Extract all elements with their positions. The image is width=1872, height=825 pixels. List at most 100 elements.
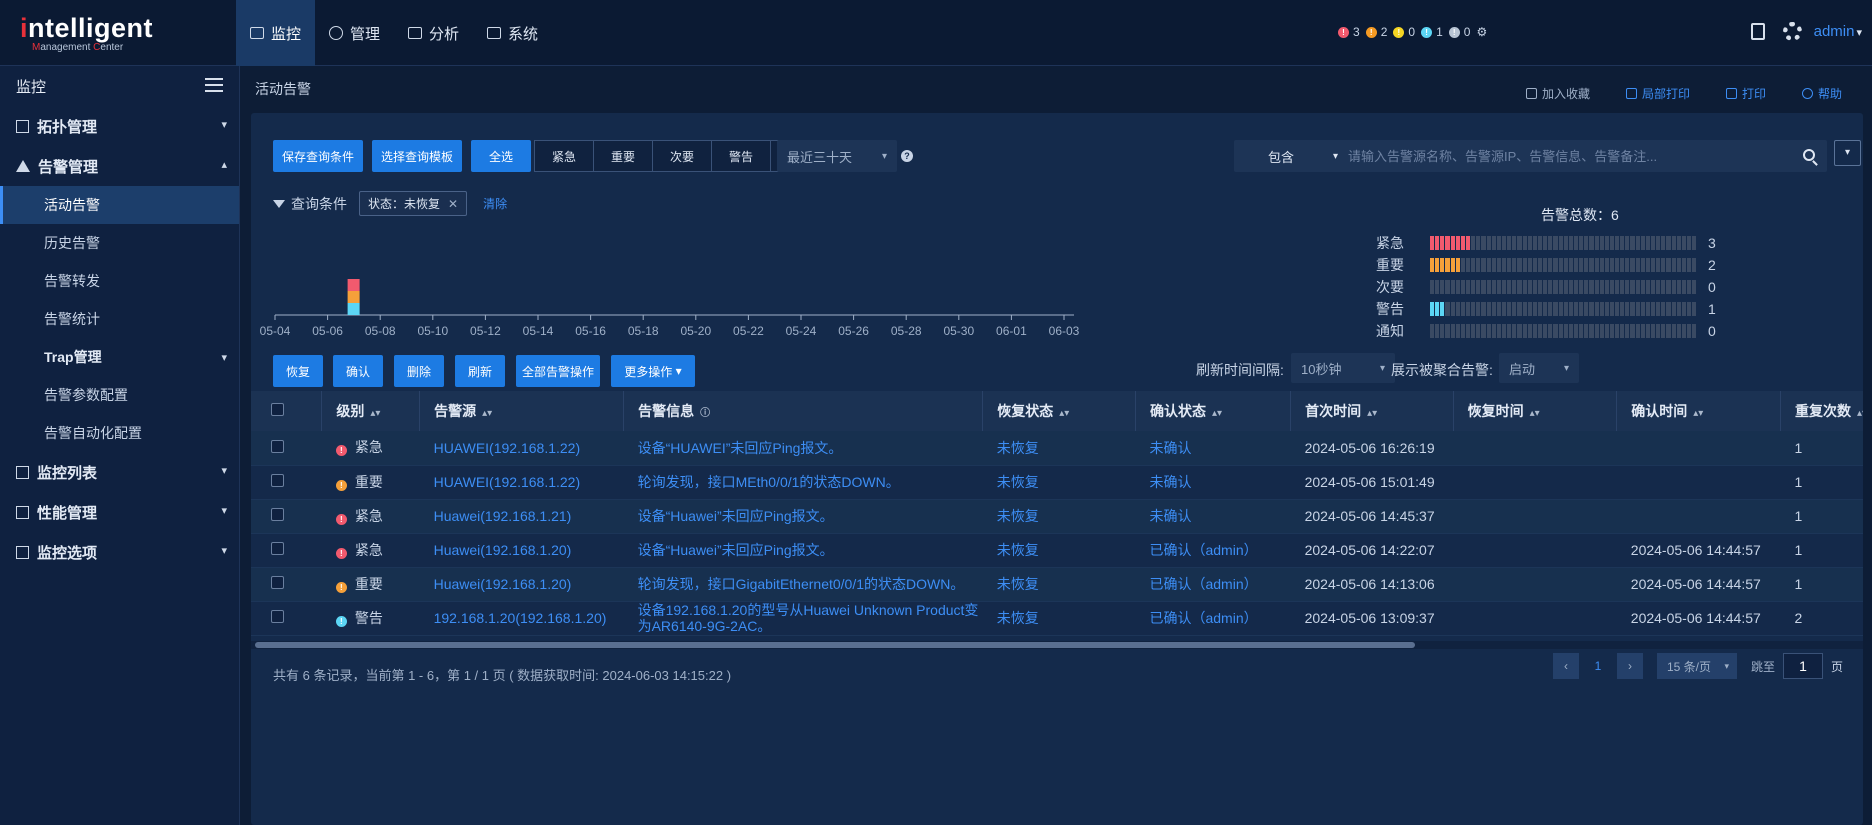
- cell-confirm[interactable]: 未确认: [1135, 465, 1291, 500]
- sidebar-item-alarm-automation[interactable]: 告警自动化配置: [0, 414, 239, 452]
- cell-confirm[interactable]: 已确认（admin）: [1135, 567, 1291, 602]
- cell-source[interactable]: HUAWEI(192.168.1.22): [419, 465, 624, 500]
- col-confirm-time[interactable]: 确认时间 ▴▾: [1616, 391, 1781, 431]
- expand-search-button[interactable]: ▾: [1834, 140, 1861, 166]
- severity-minor-button[interactable]: 次要: [652, 140, 712, 172]
- col-recover-status[interactable]: 恢复状态 ▴▾: [982, 391, 1136, 431]
- select-all-checkbox[interactable]: [271, 403, 284, 416]
- horizontal-scrollbar[interactable]: [251, 641, 1863, 649]
- chart-bar-segment[interactable]: [347, 279, 360, 291]
- select-all-checkbox-cell[interactable]: [251, 391, 323, 431]
- sort-icon[interactable]: ▴▾: [1857, 408, 1863, 419]
- row-checkbox-cell[interactable]: [251, 431, 322, 466]
- clear-conditions-link[interactable]: 清除: [483, 195, 507, 212]
- sidebar-item-performance[interactable]: 性能管理 ▾: [0, 492, 239, 532]
- col-first-time[interactable]: 首次时间 ▴▾: [1290, 391, 1454, 431]
- row-checkbox[interactable]: [271, 508, 284, 521]
- table-row[interactable]: ! 警告 192.168.1.20(192.168.1.20) 设备192.168.1…: [251, 601, 1863, 636]
- delete-button[interactable]: 删除: [394, 355, 444, 387]
- col-severity[interactable]: 级别 ▴▾: [321, 391, 421, 431]
- sort-icon[interactable]: ▴▾: [1212, 408, 1222, 419]
- severity-critical-button[interactable]: 紧急: [534, 140, 594, 172]
- table-row[interactable]: ! 重要 HUAWEI(192.168.1.22) 轮询发现，接口MEth0/0/1的…: [251, 465, 1863, 500]
- cell-recover[interactable]: 未恢复: [982, 465, 1136, 500]
- more-ops-button[interactable]: 更多操作 ▾: [611, 355, 695, 387]
- gear-icon[interactable]: [1782, 22, 1802, 41]
- sort-icon[interactable]: ▴▾: [482, 408, 492, 419]
- goto-page-input[interactable]: [1782, 653, 1823, 679]
- alarm-count-item[interactable]: ! 1: [1421, 25, 1443, 39]
- row-checkbox[interactable]: [271, 610, 284, 623]
- table-row[interactable]: ! 紧急 Huawei(192.168.1.21) 设备“Huawei”未回应Ping…: [251, 499, 1863, 534]
- cell-info[interactable]: 设备192.168.1.20的型号从Huawei Unknown Product…: [623, 601, 983, 636]
- topnav-monitor[interactable]: 监控: [236, 0, 316, 66]
- table-row[interactable]: ! 重要 Huawei(192.168.1.20) 轮询发现，接口GigabitEth…: [251, 567, 1863, 602]
- cell-source[interactable]: Huawei(192.168.1.20): [419, 533, 624, 568]
- search-mode-select[interactable]: 包含 ▾: [1234, 140, 1344, 172]
- cell-info[interactable]: 设备“HUAWEI”未回应Ping报文。: [623, 431, 983, 466]
- print-button[interactable]: 打印: [1725, 85, 1766, 102]
- refresh-button[interactable]: 刷新: [455, 355, 505, 387]
- alarm-count-item[interactable]: ! 0: [1393, 25, 1415, 39]
- recover-button[interactable]: 恢复: [273, 355, 323, 387]
- time-range-select[interactable]: 最近三十天 ▾: [777, 140, 897, 172]
- col-source[interactable]: 告警源 ▴▾: [419, 391, 625, 431]
- row-checkbox-cell[interactable]: [251, 601, 322, 636]
- sidebar-item-alarm-mgmt[interactable]: 告警管理 ▴: [0, 146, 239, 186]
- row-checkbox[interactable]: [271, 576, 284, 589]
- sidebar-item-alarm-forward[interactable]: 告警转发: [0, 262, 239, 300]
- search-icon[interactable]: [1803, 149, 1815, 161]
- save-query-button[interactable]: 保存查询条件: [273, 140, 363, 172]
- cell-recover[interactable]: 未恢复: [982, 567, 1136, 602]
- cell-recover[interactable]: 未恢复: [982, 601, 1136, 636]
- add-favorite-button[interactable]: 加入收藏: [1525, 85, 1590, 102]
- prev-page-button[interactable]: ‹: [1552, 653, 1579, 679]
- alarm-count-item[interactable]: ! 0: [1448, 25, 1470, 39]
- row-checkbox-cell[interactable]: [251, 499, 322, 534]
- sidebar-item-topology[interactable]: 拓扑管理 ▾: [0, 106, 239, 146]
- collapse-menu-icon[interactable]: [205, 78, 223, 93]
- sort-icon[interactable]: ▴▾: [1059, 408, 1069, 419]
- select-all-button[interactable]: 全选: [471, 140, 531, 172]
- search-input[interactable]: [1348, 140, 1788, 172]
- topnav-analysis[interactable]: 分析: [394, 0, 473, 66]
- row-checkbox-cell[interactable]: [251, 567, 322, 602]
- confirm-button[interactable]: 确认: [333, 355, 383, 387]
- sidebar-item-trap-mgmt[interactable]: Trap管理 ▾: [0, 338, 239, 376]
- logo[interactable]: intelligent Management Center: [20, 14, 220, 58]
- sort-icon[interactable]: ▴▾: [1367, 408, 1377, 419]
- sort-icon[interactable]: ▴▾: [370, 408, 380, 419]
- scrollbar-thumb[interactable]: [255, 642, 1415, 648]
- col-recover-time[interactable]: 恢复时间 ▴▾: [1453, 391, 1618, 431]
- chart-bar-segment[interactable]: [347, 291, 360, 303]
- cell-recover[interactable]: 未恢复: [982, 499, 1136, 534]
- topnav-manage[interactable]: 管理: [315, 0, 394, 66]
- col-confirm-status[interactable]: 确认状态 ▴▾: [1135, 391, 1292, 431]
- document-icon[interactable]: [1750, 23, 1765, 40]
- sidebar-item-alarm-params[interactable]: 告警参数配置: [0, 376, 239, 414]
- refresh-interval-select[interactable]: 10秒钟 ▾: [1291, 353, 1395, 383]
- all-alarm-ops-button[interactable]: 全部告警操作: [516, 355, 600, 387]
- alarm-count-item[interactable]: ! 2: [1365, 25, 1387, 39]
- col-repeat-count[interactable]: 重复次数▴▾: [1780, 391, 1863, 431]
- select-template-button[interactable]: 选择查询模板: [372, 140, 462, 172]
- row-checkbox[interactable]: [271, 474, 284, 487]
- user-menu[interactable]: admin ▾: [1814, 23, 1862, 40]
- close-icon[interactable]: ✕: [448, 197, 458, 211]
- cell-source[interactable]: Huawei(192.168.1.21): [419, 499, 624, 534]
- sidebar-item-history-alarms[interactable]: 历史告警: [0, 224, 239, 262]
- page-number[interactable]: 1: [1585, 653, 1611, 679]
- sort-icon[interactable]: ▴▾: [1693, 408, 1703, 419]
- row-checkbox-cell[interactable]: [251, 533, 322, 568]
- row-checkbox-cell[interactable]: [251, 465, 322, 500]
- cell-confirm[interactable]: 未确认: [1135, 499, 1291, 534]
- cell-source[interactable]: HUAWEI(192.168.1.22): [419, 431, 624, 466]
- help-button[interactable]: 帮助: [1801, 85, 1842, 102]
- alarm-settings-icon[interactable]: ⚙: [1476, 25, 1487, 39]
- topnav-system[interactable]: 系统: [473, 0, 552, 66]
- cell-confirm[interactable]: 已确认（admin）: [1135, 601, 1291, 636]
- cell-info[interactable]: 轮询发现，接口GigabitEthernet0/0/1的状态DOWN。: [623, 567, 983, 602]
- partial-print-button[interactable]: 局部打印: [1625, 85, 1690, 102]
- cell-confirm[interactable]: 未确认: [1135, 431, 1291, 466]
- row-checkbox[interactable]: [271, 542, 284, 555]
